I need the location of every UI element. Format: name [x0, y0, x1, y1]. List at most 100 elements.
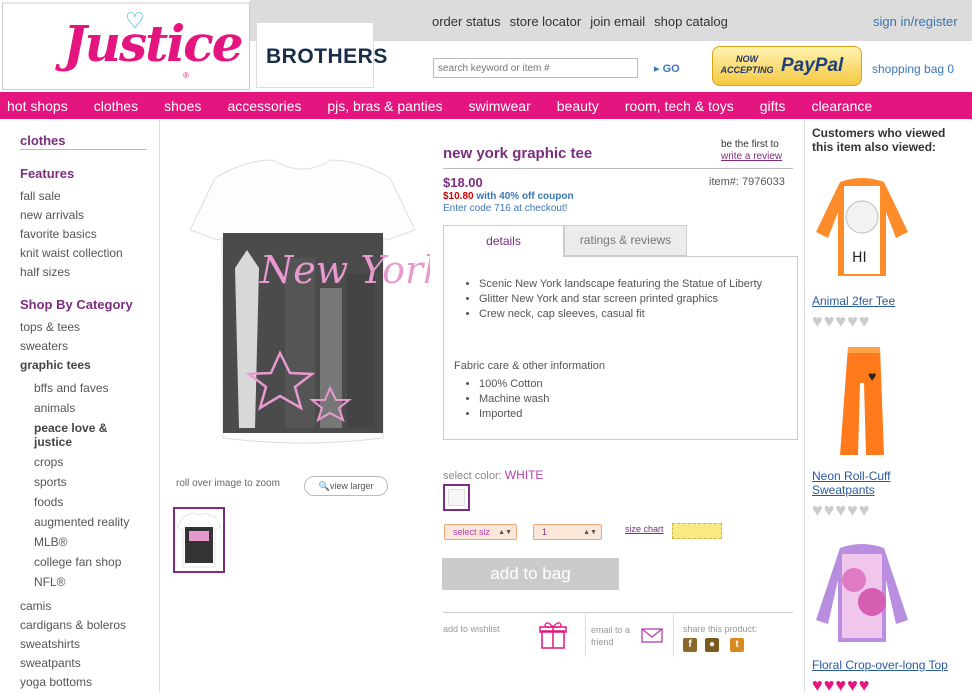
heart-rating-icon: ♥ [823, 311, 835, 331]
sidebar-item-cardigans[interactable]: cardigans & boleros [20, 618, 126, 632]
feature-list: Scenic New York landscape featuring the … [479, 277, 779, 322]
sidebar-sub-college[interactable]: college fan shop [34, 555, 121, 569]
also-viewed-name-2[interactable]: Neon Roll-Cuff Sweatpants [812, 469, 912, 497]
heart-rating-icon: ♥ [847, 311, 858, 331]
view-larger-button[interactable]: 🔍view larger [304, 476, 388, 496]
nav-swimwear[interactable]: swimwear [469, 98, 531, 114]
action-separator [673, 612, 674, 657]
store-locator-link[interactable]: store locator [510, 14, 582, 29]
also-viewed-image-3[interactable] [812, 540, 912, 650]
size-chart-highlight [672, 523, 722, 539]
product-thumbnail[interactable] [173, 507, 225, 573]
color-swatch-white[interactable] [443, 484, 470, 511]
product-price: $18.00 [443, 175, 483, 190]
nav-clearance[interactable]: clearance [811, 98, 872, 114]
sidebar-item-knit-waist[interactable]: knit waist collection [20, 246, 123, 260]
tab-ratings-reviews[interactable]: ratings & reviews [564, 225, 687, 256]
add-to-bag-button[interactable]: add to bag [442, 558, 619, 590]
nav-shoes[interactable]: shoes [164, 98, 201, 114]
email-friend-link[interactable]: email to a friend [591, 624, 637, 648]
brothers-logo[interactable]: BROTHERS [256, 22, 387, 88]
sign-in-link[interactable]: sign in/register [873, 14, 958, 29]
write-review-link[interactable]: write a review [721, 151, 782, 162]
sale-price-line: $10.80 with 40% off coupon [443, 191, 574, 202]
item-number: item#: 7976033 [709, 176, 785, 188]
gift-icon[interactable] [539, 620, 567, 650]
sidebar-item-sweatpants[interactable]: sweatpants [20, 656, 81, 670]
also-viewed-image-2[interactable]: ♥ [812, 343, 912, 461]
search-input[interactable] [433, 58, 638, 78]
size-select[interactable]: select siz ▲▼ [444, 524, 517, 540]
sidebar-title[interactable]: clothes [20, 133, 147, 150]
product-name: new york graphic tee [443, 145, 593, 162]
selected-color: WHITE [504, 468, 544, 482]
feature-item: Crew neck, cap sleeves, casual fit [479, 307, 779, 322]
also-viewed-image-1[interactable]: HI [812, 172, 912, 282]
sidebar-sub-foods[interactable]: foods [34, 495, 63, 509]
sidebar-sub-animals[interactable]: animals [34, 401, 75, 415]
sidebar-item-fall-sale[interactable]: fall sale [20, 189, 61, 203]
size-chart-link[interactable]: size chart [625, 524, 664, 534]
myspace-icon[interactable]: ● [705, 638, 719, 652]
mail-icon[interactable] [641, 628, 663, 643]
nav-hot-shops[interactable]: hot shops [7, 98, 68, 114]
sidebar-sub-bffs[interactable]: bffs and faves [34, 381, 109, 395]
select-arrows-icon: ▲▼ [583, 529, 597, 536]
add-to-wishlist-link[interactable]: add to wishlist [443, 624, 500, 634]
review-prompt: be the first to [721, 139, 779, 150]
sidebar-sub-nfl[interactable]: NFL® [34, 575, 66, 589]
sidebar-item-tops-tees[interactable]: tops & tees [20, 320, 80, 334]
nav-beauty[interactable]: beauty [557, 98, 599, 114]
nav-accessories[interactable]: accessories [227, 98, 301, 114]
sidebar-item-half-sizes[interactable]: half sizes [20, 265, 70, 279]
justice-logo[interactable]: Justice ♡ ® [2, 2, 250, 90]
shopping-bag-link[interactable]: shopping bag 0 [872, 62, 954, 76]
sidebar-item-favorite-basics[interactable]: favorite basics [20, 227, 97, 241]
sidebar-item-sweaters[interactable]: sweaters [20, 339, 68, 353]
sidebar-item-sweatshirts[interactable]: sweatshirts [20, 637, 80, 651]
zoom-hint: roll over image to zoom [176, 478, 280, 489]
sidebar-sub-sports[interactable]: sports [34, 475, 67, 489]
sidebar-item-graphic-tees[interactable]: graphic tees [20, 358, 91, 372]
heart-rating-icon: ♥ [858, 500, 870, 520]
nav-clothes[interactable]: clothes [94, 98, 138, 114]
also-viewed-name-1[interactable]: Animal 2fer Tee [812, 294, 895, 308]
sidebar-sub-peace-love[interactable]: peace love & justice [34, 421, 124, 449]
arrow-right-icon: ▸ [654, 63, 663, 75]
sidebar-sub-augmented-reality[interactable]: augmented reality [34, 515, 129, 529]
svg-text:♥: ♥ [868, 368, 876, 384]
nav-gifts[interactable]: gifts [760, 98, 786, 114]
category-sidebar: clothes Features fall sale new arrivals … [0, 120, 160, 693]
view-larger-label: view larger [329, 481, 374, 491]
select-color-row: select color: WHITE [443, 468, 543, 482]
sidebar-sub-mlb[interactable]: MLB® [34, 535, 68, 549]
also-viewed-name-3[interactable]: Floral Crop-over-long Top [812, 658, 948, 672]
nav-room-tech-toys[interactable]: room, tech & toys [625, 98, 734, 114]
justice-logo-text: Justice [63, 14, 244, 73]
shop-catalog-link[interactable]: shop catalog [654, 14, 728, 29]
heart-rating-icon: ♥ [847, 675, 858, 693]
nav-pjs[interactable]: pjs, bras & panties [327, 98, 442, 114]
care-heading: Fabric care & other information [454, 360, 606, 372]
rating-hearts-2: ♥ ♥ ♥ ♥ ♥ [812, 501, 869, 519]
join-email-link[interactable]: join email [590, 14, 645, 29]
size-select-value: select siz [453, 527, 491, 537]
quantity-value: 1 [542, 527, 548, 537]
svg-text:HI: HI [852, 250, 867, 266]
tab-details[interactable]: details [443, 225, 564, 257]
twitter-icon[interactable]: t [730, 638, 744, 652]
paypal-badge[interactable]: NOW ACCEPTING PayPal [712, 46, 862, 86]
search-go-button[interactable]: ▸ GO [654, 62, 680, 75]
also-viewed-title: Customers who viewed this item also view… [812, 126, 946, 154]
product-image[interactable]: New York [175, 138, 430, 468]
sidebar-item-yoga-bottoms[interactable]: yoga bottoms [20, 675, 92, 689]
sale-price: $10.80 [443, 191, 474, 202]
sidebar-sub-crops[interactable]: crops [34, 455, 63, 469]
heart-rating-icon: ♥ [858, 675, 870, 693]
paypal-logo: PayPal [781, 55, 844, 76]
sidebar-item-new-arrivals[interactable]: new arrivals [20, 208, 84, 222]
order-status-link[interactable]: order status [432, 14, 501, 29]
facebook-icon[interactable]: f [683, 638, 697, 652]
quantity-select[interactable]: 1 ▲▼ [533, 524, 602, 540]
sidebar-item-camis[interactable]: camis [20, 599, 51, 613]
